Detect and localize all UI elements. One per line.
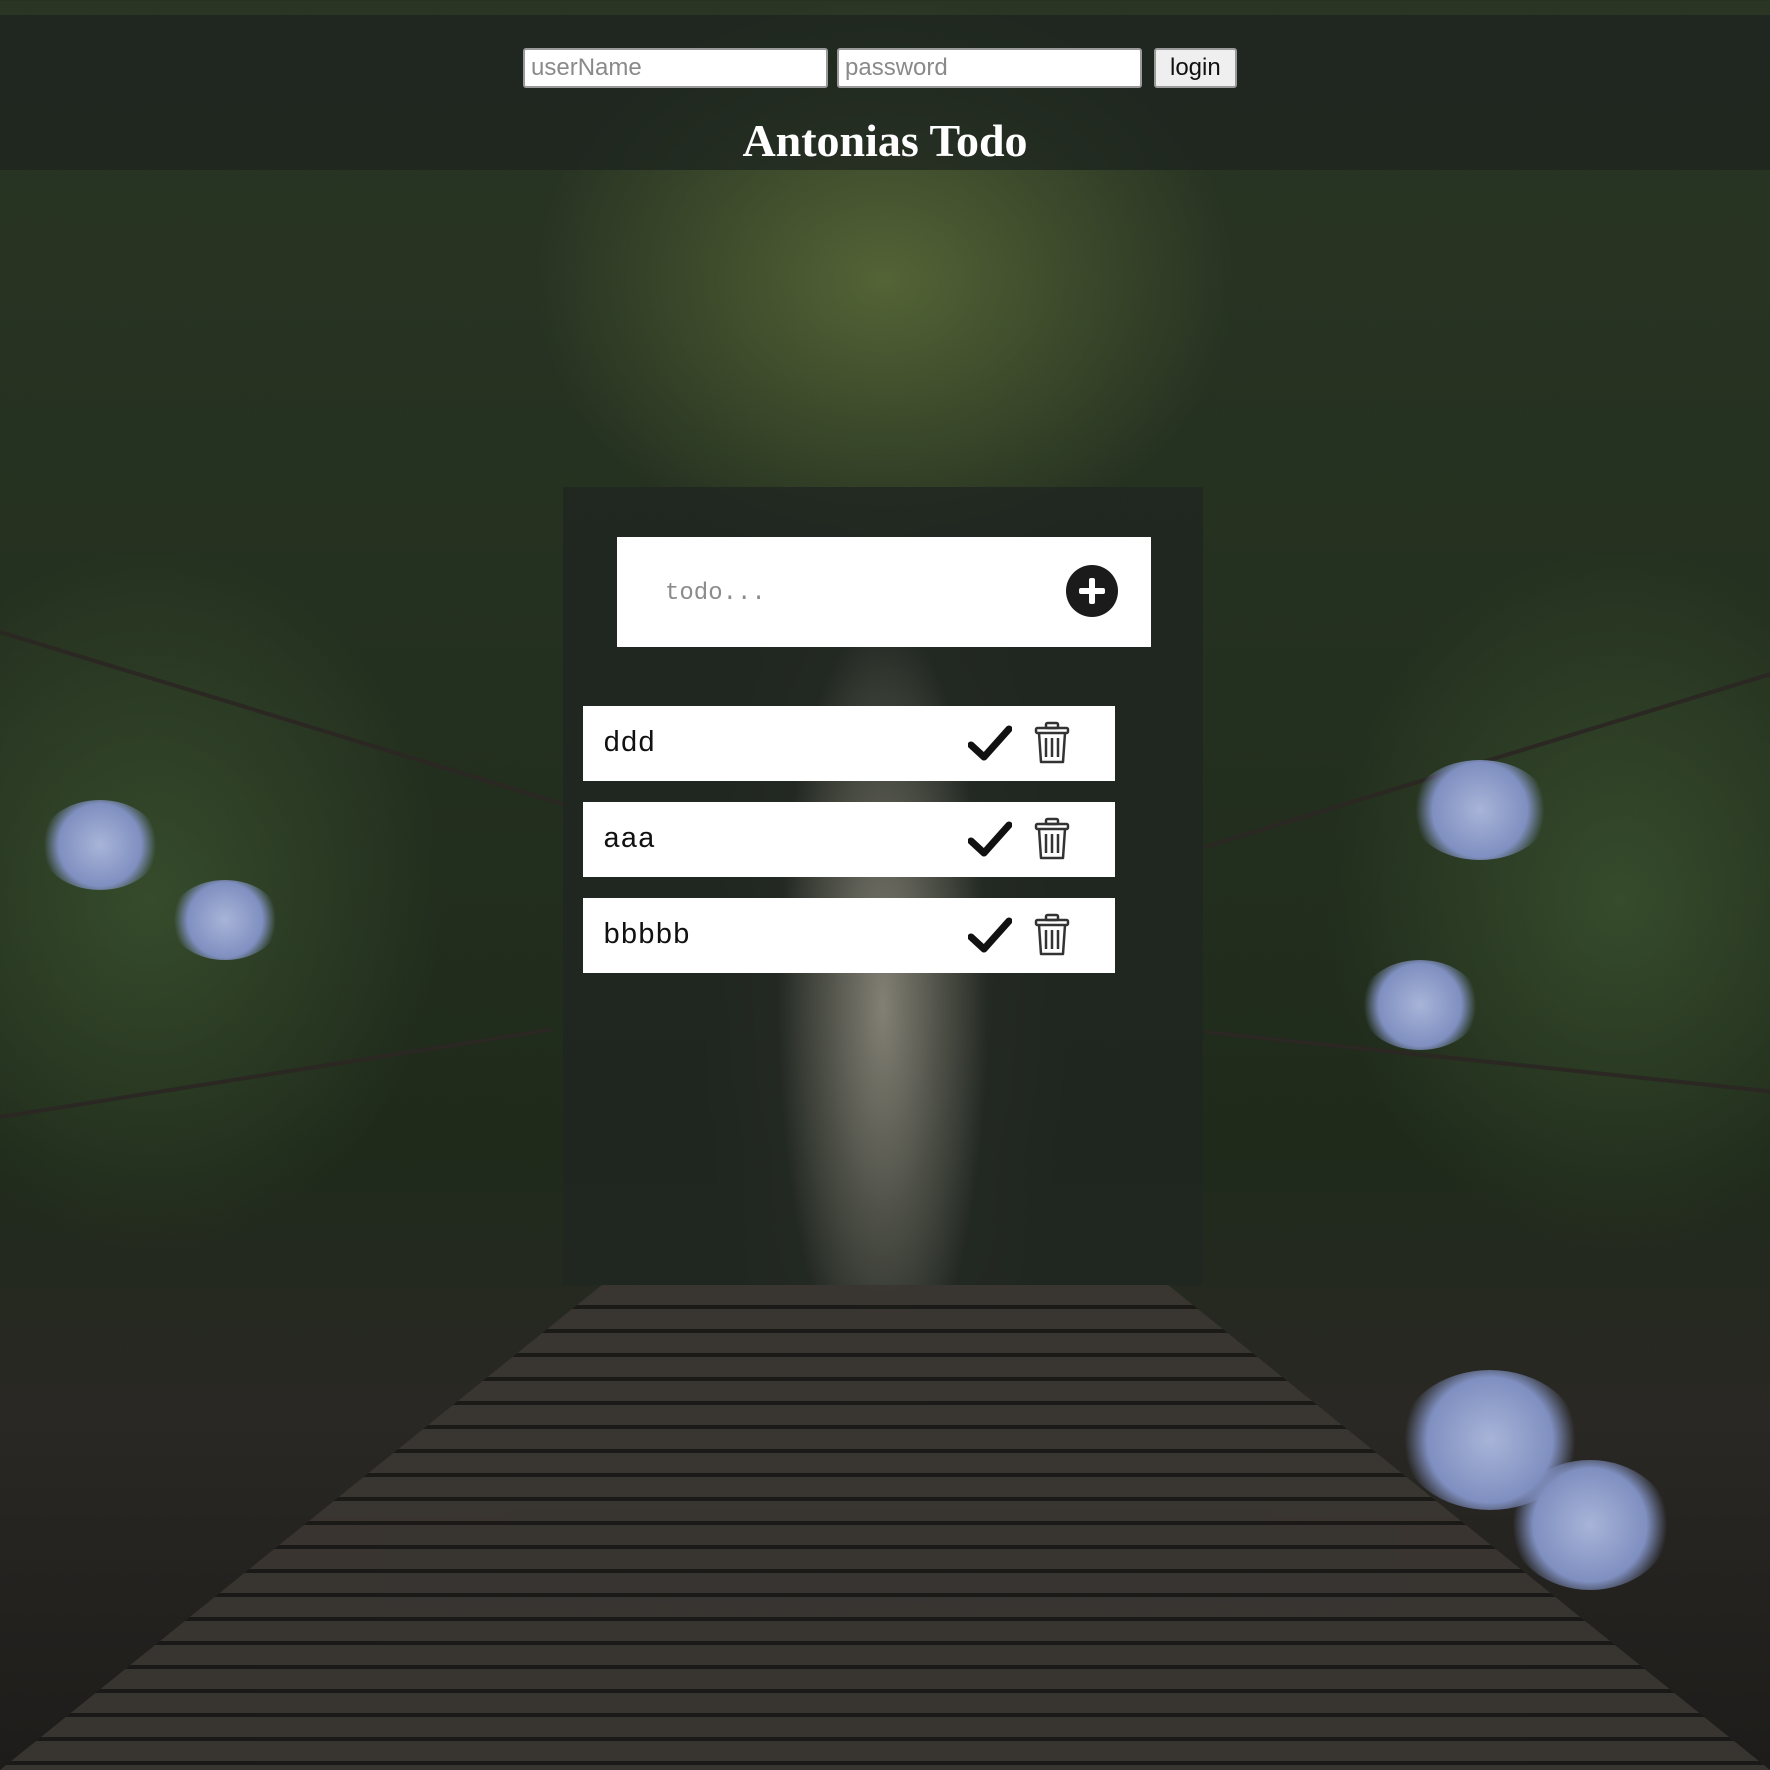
plus-circle-icon[interactable] bbox=[1066, 565, 1118, 617]
todo-item-text: ddd bbox=[603, 727, 656, 760]
password-input[interactable] bbox=[837, 48, 1142, 88]
todo-panel: ddd aaa bbox=[563, 487, 1203, 1285]
page-title: Antonias Todo bbox=[742, 115, 1028, 166]
bridge-rope bbox=[1204, 1030, 1770, 1095]
add-todo-bar bbox=[617, 537, 1151, 647]
todo-item: bbbbb bbox=[583, 898, 1115, 973]
todo-item-text: bbbbb bbox=[603, 919, 691, 952]
hydrangea-flower bbox=[40, 800, 160, 890]
todo-input[interactable] bbox=[663, 567, 1047, 619]
login-form: login bbox=[523, 48, 1237, 88]
checkmark-icon[interactable] bbox=[968, 915, 1012, 955]
trash-icon[interactable] bbox=[1033, 817, 1071, 861]
todo-item: ddd bbox=[583, 706, 1115, 781]
checkmark-icon[interactable] bbox=[968, 819, 1012, 859]
trash-icon[interactable] bbox=[1033, 721, 1071, 765]
todo-item-text: aaa bbox=[603, 823, 656, 856]
bridge-rope bbox=[0, 1027, 554, 1119]
username-input[interactable] bbox=[523, 48, 828, 88]
hydrangea-flower bbox=[1410, 760, 1550, 860]
hydrangea-flower bbox=[170, 880, 280, 960]
todo-list: ddd aaa bbbbb bbox=[583, 706, 1115, 994]
hydrangea-flower bbox=[1510, 1460, 1670, 1590]
login-button[interactable]: login bbox=[1154, 48, 1237, 88]
trash-icon[interactable] bbox=[1033, 913, 1071, 957]
todo-item: aaa bbox=[583, 802, 1115, 877]
hydrangea-flower bbox=[1360, 960, 1480, 1050]
bridge-deck bbox=[0, 1285, 1770, 1770]
checkmark-icon[interactable] bbox=[968, 723, 1012, 763]
bridge-rope bbox=[0, 630, 594, 816]
